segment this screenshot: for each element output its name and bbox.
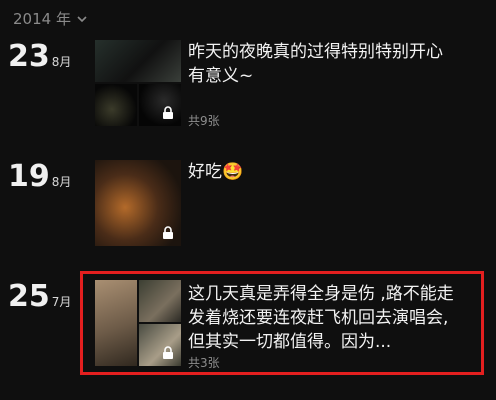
entry-date: 23 8月 bbox=[8, 42, 71, 72]
lock-icon bbox=[163, 226, 173, 239]
timeline-entry[interactable]: 19 8月 好吃🤩 bbox=[0, 160, 496, 255]
entry-date: 19 8月 bbox=[8, 162, 71, 192]
chevron-down-icon bbox=[77, 15, 87, 22]
entry-day: 19 bbox=[8, 159, 50, 194]
entry-text: 昨天的夜晚真的过得特别特别开心有意义~ bbox=[188, 42, 443, 86]
timeline-entry[interactable]: 23 8月 昨天的夜晚真的过得特别特别开心有意义~ 共9张 bbox=[0, 40, 496, 135]
year-filter[interactable]: 2014 年 bbox=[13, 8, 87, 29]
highlight-box bbox=[80, 271, 484, 375]
photo-thumbnails[interactable] bbox=[95, 160, 181, 246]
photo-count: 共9张 bbox=[188, 114, 220, 128]
entry-date: 25 7月 bbox=[8, 282, 71, 312]
entry-month: 8月 bbox=[51, 175, 72, 189]
year-label: 2014 年 bbox=[13, 10, 71, 28]
entry-month: 7月 bbox=[51, 295, 72, 309]
photo-thumb bbox=[95, 40, 181, 82]
photo-thumbnails[interactable] bbox=[95, 40, 181, 126]
photo-thumb bbox=[95, 84, 137, 126]
entry-day: 25 bbox=[8, 279, 50, 314]
entry-text: 好吃🤩 bbox=[188, 162, 244, 182]
entry-month: 8月 bbox=[51, 55, 72, 69]
entry-day: 23 bbox=[8, 39, 50, 74]
lock-icon bbox=[163, 106, 173, 119]
